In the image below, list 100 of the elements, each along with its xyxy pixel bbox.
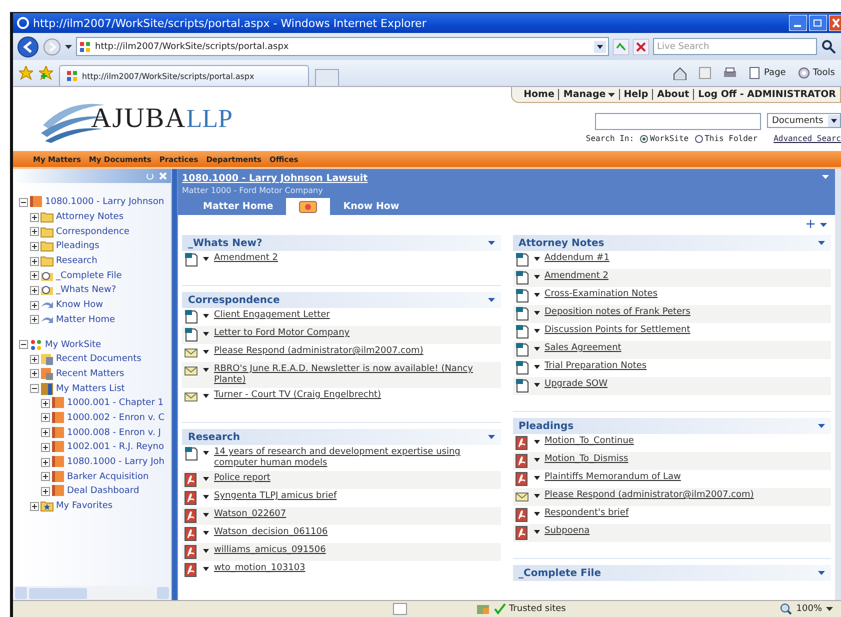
caret-icon[interactable]: [203, 314, 209, 318]
caret-icon[interactable]: [203, 567, 209, 571]
expand-icon[interactable]: [30, 256, 39, 266]
document-link[interactable]: Plaintiffs Memorandum of Law: [544, 472, 681, 483]
add-favorite-icon[interactable]: [39, 66, 53, 80]
caret-icon[interactable]: [203, 477, 209, 481]
document-link[interactable]: Client Engagement Letter: [214, 310, 330, 321]
matter-title-link[interactable]: 1080.1000 - Larry Johnson Lawsuit: [182, 173, 831, 184]
menu-button[interactable]: Tools: [798, 67, 835, 79]
document-link[interactable]: Deposition notes of Frank Peters: [544, 307, 690, 318]
document-link[interactable]: Police report: [214, 473, 270, 484]
document-link[interactable]: Amendment 2: [214, 253, 278, 264]
document-link[interactable]: Addendum #1: [544, 253, 610, 264]
document-link[interactable]: Letter to Ford Motor Company: [214, 328, 350, 339]
document-link[interactable]: Discussion Points for Settlement: [544, 325, 690, 336]
tree-item[interactable]: _Whats New?: [56, 285, 116, 296]
caret-icon[interactable]: [534, 512, 540, 516]
tree-item[interactable]: Barker Acquisition: [67, 472, 149, 482]
caret-icon[interactable]: [534, 383, 540, 387]
menu-button[interactable]: Page: [749, 67, 786, 79]
expand-icon[interactable]: [41, 428, 50, 438]
radio-button[interactable]: [694, 134, 703, 142]
collapse-icon[interactable]: [19, 198, 28, 207]
search-field[interactable]: Live Search: [653, 38, 817, 55]
expand-icon[interactable]: [30, 242, 39, 251]
tree-item[interactable]: 1000.001 - Chapter 1: [67, 398, 164, 408]
star-icon[interactable]: [19, 66, 33, 80]
caret-icon[interactable]: [534, 347, 540, 351]
caret-icon[interactable]: [203, 368, 209, 372]
dropdown-icon[interactable]: [594, 40, 606, 52]
caret-icon[interactable]: [488, 435, 494, 439]
tree-item[interactable]: My Favorites: [56, 501, 113, 512]
caret-icon[interactable]: [534, 476, 540, 480]
tree-item[interactable]: 1080.1000 - Larry Johnson: [45, 197, 164, 208]
address-field[interactable]: http://ilm2007/WorkSite/scripts/portal.aspx: [76, 37, 609, 56]
caret-icon[interactable]: [65, 44, 72, 48]
tree-item[interactable]: 1000.008 - Enron v. J: [67, 428, 161, 438]
document-link[interactable]: wto_motion_103103: [214, 563, 306, 574]
tree-item[interactable]: Pleadings: [56, 241, 100, 252]
caret-icon[interactable]: [534, 275, 540, 279]
expand-icon[interactable]: [30, 286, 39, 295]
caret-icon[interactable]: [534, 458, 540, 462]
tree-item[interactable]: Attorney Notes: [56, 212, 124, 222]
document-link[interactable]: Watson_022607: [214, 509, 286, 520]
caret-icon[interactable]: [534, 530, 540, 534]
expand-icon[interactable]: [30, 300, 39, 310]
collapse-icon[interactable]: [19, 340, 28, 350]
browser-tab[interactable]: http://ilm2007/WorkSite/scripts/portal.aspx: [59, 65, 309, 86]
tree-item[interactable]: Know How: [56, 300, 103, 310]
caret-icon[interactable]: [203, 495, 209, 499]
document-link[interactable]: Sales Agreement: [544, 343, 622, 354]
stop-icon[interactable]: [633, 38, 649, 54]
caret-icon[interactable]: [818, 241, 825, 245]
caret-icon[interactable]: [488, 241, 494, 245]
document-link[interactable]: Upgrade SOW: [544, 379, 608, 390]
expand-icon[interactable]: [41, 398, 50, 408]
document-link[interactable]: Motion_To_Dismiss: [544, 454, 628, 465]
caret-icon[interactable]: [534, 494, 540, 498]
collapse-icon[interactable]: [30, 384, 39, 394]
printer-icon[interactable]: [723, 67, 738, 79]
caret-icon[interactable]: [534, 440, 540, 444]
horizontal-scrollbar[interactable]: [13, 586, 171, 600]
document-link[interactable]: Subpoena: [544, 526, 590, 537]
tab[interactable]: Matter Home: [190, 198, 286, 215]
caret-icon[interactable]: [203, 332, 209, 336]
tree-item[interactable]: Correspondence: [56, 226, 130, 237]
caret-icon[interactable]: [534, 329, 540, 333]
expand-icon[interactable]: [30, 354, 39, 364]
tree-item[interactable]: Recent Matters: [56, 368, 124, 379]
header-link[interactable]: Help: [618, 89, 652, 100]
tree-item[interactable]: Research: [56, 256, 98, 266]
caret-icon[interactable]: [203, 513, 209, 517]
document-link[interactable]: Amendment 2: [544, 271, 609, 282]
caret-icon[interactable]: [818, 424, 825, 428]
tab[interactable]: Know How: [330, 198, 412, 215]
document-link[interactable]: RBRO's June R.E.A.D. Newsletter is now available! (Nancy Plante): [214, 364, 498, 386]
expand-icon[interactable]: [30, 502, 39, 511]
document-link[interactable]: Syngenta TLPJ amicus brief: [214, 491, 337, 502]
caret-icon[interactable]: [203, 531, 209, 535]
search-icon[interactable]: [821, 38, 837, 54]
expand-icon[interactable]: [30, 212, 39, 222]
expand-icon[interactable]: [30, 271, 39, 280]
radio-button[interactable]: [640, 134, 648, 142]
expand-icon[interactable]: [41, 486, 50, 496]
expand-icon[interactable]: [30, 227, 39, 236]
close-icon[interactable]: [829, 15, 841, 31]
vertical-scrollbar[interactable]: [835, 169, 841, 600]
home-icon[interactable]: [673, 66, 688, 80]
document-link[interactable]: Trial Preparation Notes: [544, 361, 647, 372]
expand-icon[interactable]: [41, 442, 50, 452]
expand-icon[interactable]: [41, 458, 50, 467]
tree-item[interactable]: 1002.001 - R.J. Reyno: [67, 442, 164, 452]
caret-icon[interactable]: [203, 257, 209, 261]
document-link[interactable]: Motion_To_Continue: [544, 436, 634, 447]
caret-icon[interactable]: [203, 350, 209, 354]
advanced-search-link[interactable]: Advanced Searc: [774, 134, 841, 143]
caret-icon[interactable]: [203, 451, 209, 455]
restore-icon[interactable]: [809, 15, 827, 31]
add-button[interactable]: +: [805, 219, 816, 231]
caret-icon[interactable]: [203, 549, 209, 553]
